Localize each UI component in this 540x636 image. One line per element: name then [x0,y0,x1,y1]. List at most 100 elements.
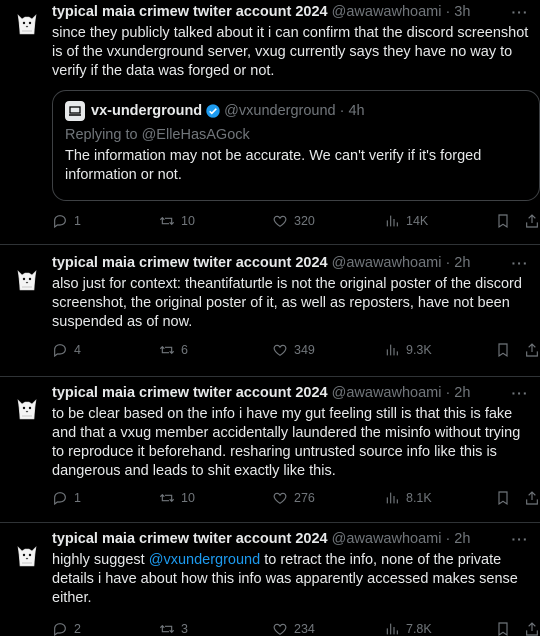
like-button[interactable]: 349 [272,342,315,358]
like-count: 234 [294,622,315,636]
author-handle[interactable]: @awawawhoami [332,531,442,547]
views-count: 7.8K [406,622,432,636]
quoted-author-handle[interactable]: @vxunderground [224,103,335,119]
author-name[interactable]: typical maia crimew twiter account 2024 [52,385,328,401]
replying-to-handle[interactable]: @ElleHasAGock [142,127,250,143]
share-icon [524,621,540,636]
reply-icon [52,490,68,506]
timestamp[interactable]: 3h [454,4,470,20]
views-count: 8.1K [406,491,432,505]
retweet-button[interactable]: 3 [159,621,188,636]
action-bar: 1 10 276 8.1K [52,490,540,510]
share-button[interactable] [524,621,540,636]
reply-count: 4 [74,343,81,357]
reply-button[interactable]: 1 [52,490,81,506]
share-button[interactable] [524,342,540,358]
more-icon[interactable]: ··· [510,529,530,549]
tweet[interactable]: typical maia crimew twiter account 2024 … [0,245,540,377]
views-count: 14K [406,214,429,228]
quoted-author-name[interactable]: vx-underground [91,103,202,119]
reply-icon [52,621,68,636]
tweet-text: since they publicly talked about it i ca… [52,25,529,79]
views-button[interactable]: 9.3K [384,342,432,358]
author-handle[interactable]: @awawawhoami [332,4,442,20]
bookmark-button[interactable] [495,213,511,229]
retweet-count: 10 [181,491,195,505]
quoted-tweet[interactable]: vx-underground @vxunderground · 4h Reply… [52,90,540,201]
share-icon [524,342,540,358]
retweet-icon [159,213,175,229]
retweet-button[interactable]: 10 [159,490,195,506]
quoted-timestamp[interactable]: 4h [348,103,364,119]
tweet[interactable]: typical maia crimew twiter account 2024 … [0,377,540,523]
action-bar: 2 3 234 7.8K [52,621,540,636]
more-icon[interactable]: ··· [510,2,530,22]
views-icon [384,342,400,358]
share-icon [524,213,540,229]
more-icon[interactable]: ··· [510,253,530,273]
timestamp[interactable]: 2h [454,385,470,401]
author-handle[interactable]: @awawawhoami [332,385,442,401]
retweet-button[interactable]: 6 [159,342,188,358]
reply-count: 1 [74,491,81,505]
reply-button[interactable]: 1 [52,213,81,229]
views-button[interactable]: 7.8K [384,621,432,636]
bookmark-icon [495,490,511,506]
retweet-count: 3 [181,622,188,636]
more-icon[interactable]: ··· [510,383,530,403]
quoted-text: The information may not be accurate. We … [65,148,482,183]
bookmark-button[interactable] [495,621,511,636]
mention-link[interactable]: @vxunderground [149,552,260,568]
action-bar: 1 10 320 14K [52,213,540,233]
separator-dot: · [339,103,345,119]
cat-avatar-icon[interactable] [12,539,42,569]
like-count: 320 [294,214,315,228]
action-bar: 4 6 349 9.3K [52,342,540,362]
views-icon [384,213,400,229]
author-handle[interactable]: @awawawhoami [332,255,442,271]
tweet[interactable]: typical maia crimew twiter account 2024 … [0,0,540,245]
retweet-count: 10 [181,214,195,228]
retweet-count: 6 [181,343,188,357]
reply-button[interactable]: 2 [52,621,81,636]
author-name[interactable]: typical maia crimew twiter account 2024 [52,531,328,547]
like-count: 349 [294,343,315,357]
reply-count: 2 [74,622,81,636]
cat-avatar-icon[interactable] [12,7,42,37]
like-icon [272,621,288,636]
tweet-text-start: highly suggest [52,552,149,568]
bookmark-icon [495,621,511,636]
tweet-text: to be clear based on the info i have my … [52,406,521,479]
reply-icon [52,342,68,358]
share-button[interactable] [524,213,540,229]
tweet-text: highly suggest @vxunderground to retract… [52,551,530,608]
views-count: 9.3K [406,343,432,357]
replying-to-label: Replying to [65,127,142,143]
bookmark-icon [495,213,511,229]
share-button[interactable] [524,490,540,506]
replying-to: Replying to @ElleHasAGock [65,127,527,143]
reply-button[interactable]: 4 [52,342,81,358]
retweet-button[interactable]: 10 [159,213,195,229]
cat-avatar-icon[interactable] [12,392,42,422]
reply-icon [52,213,68,229]
like-icon [272,490,288,506]
author-name[interactable]: typical maia crimew twiter account 2024 [52,4,328,20]
bookmark-button[interactable] [495,490,511,506]
timestamp[interactable]: 2h [454,255,470,271]
like-button[interactable]: 320 [272,213,315,229]
cat-avatar-icon[interactable] [12,263,42,293]
views-button[interactable]: 14K [384,213,428,229]
views-icon [384,621,400,636]
author-name[interactable]: typical maia crimew twiter account 2024 [52,255,328,271]
separator-dot: · [445,255,451,271]
tweet[interactable]: typical maia crimew twiter account 2024 … [0,523,540,636]
like-button[interactable]: 276 [272,490,315,506]
views-button[interactable]: 8.1K [384,490,432,506]
views-icon [384,490,400,506]
timestamp[interactable]: 2h [454,531,470,547]
share-icon [524,490,540,506]
like-button[interactable]: 234 [272,621,315,636]
tweet-text: also just for context: theantifaturtle i… [52,276,522,330]
bookmark-button[interactable] [495,342,511,358]
